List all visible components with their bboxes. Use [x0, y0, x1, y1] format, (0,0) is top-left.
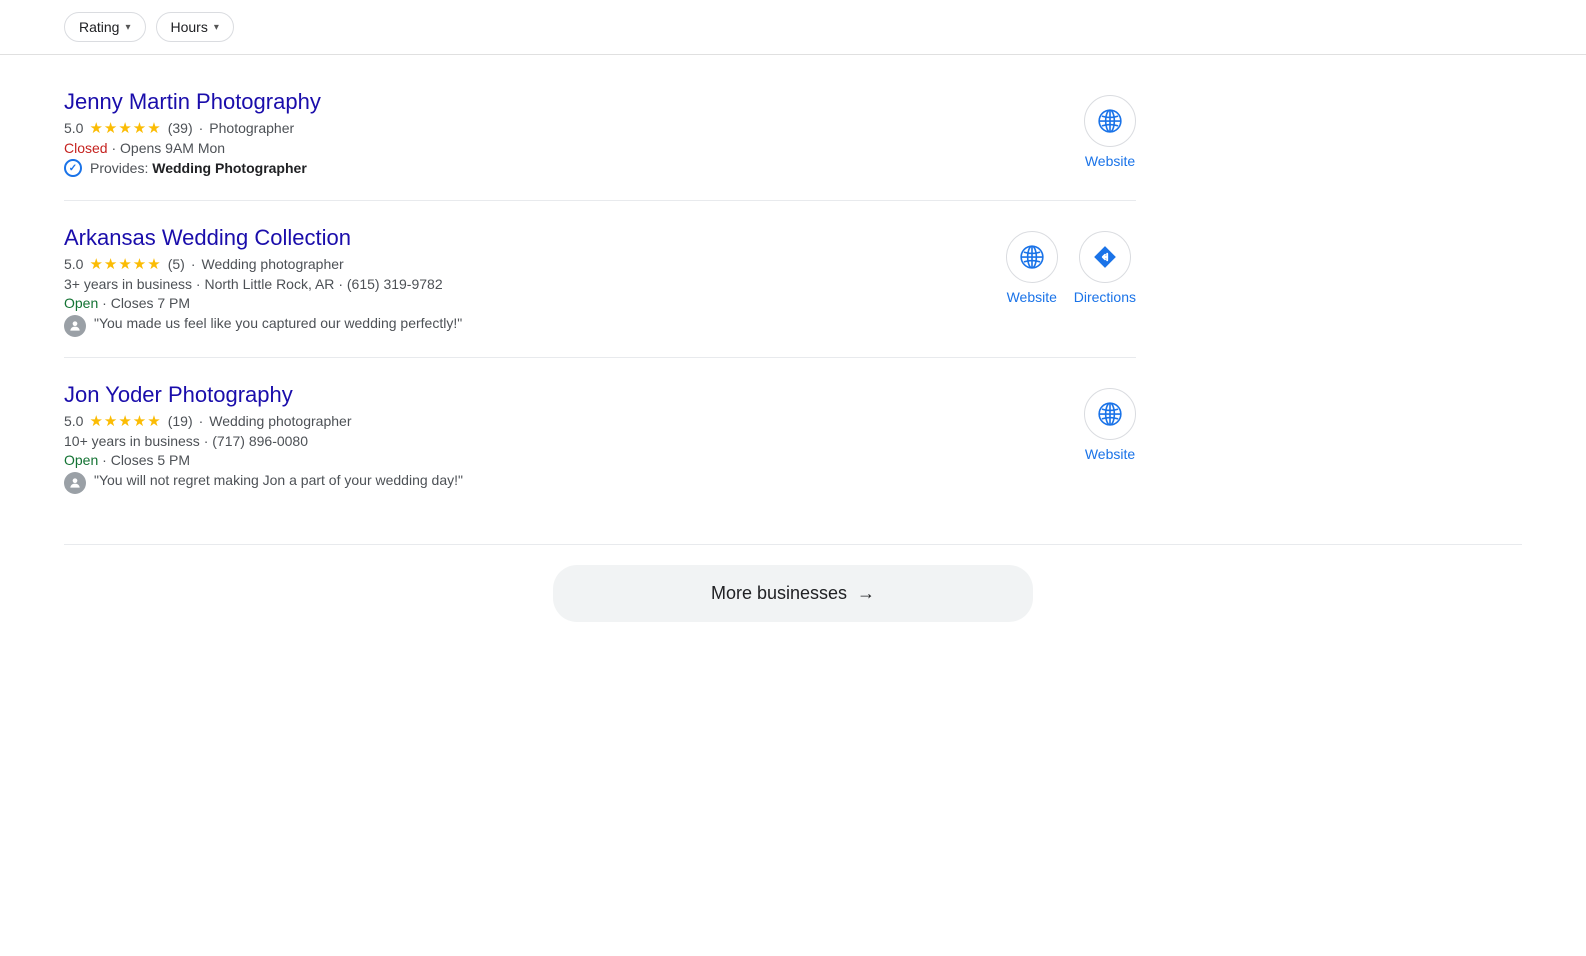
review-count: (5)	[168, 256, 185, 272]
listing-item: Arkansas Wedding Collection 5.0 ★★★★★ (5…	[64, 201, 1136, 358]
star-icons: ★★★★★	[89, 255, 161, 273]
listing-name[interactable]: Arkansas Wedding Collection	[64, 225, 976, 251]
listing-hours: Open · Closes 7 PM	[64, 295, 976, 311]
divider	[64, 544, 1522, 545]
review-text: "You will not regret making Jon a part o…	[94, 472, 463, 488]
listing-item: Jon Yoder Photography 5.0 ★★★★★ (19) · W…	[64, 358, 1136, 514]
rating-chevron-icon: ▾	[125, 22, 130, 33]
listing-meta: 5.0 ★★★★★ (39) · Photographer	[64, 119, 1054, 137]
listing-name[interactable]: Jenny Martin Photography	[64, 89, 1054, 115]
star-icons: ★★★★★	[89, 119, 161, 137]
separator: ·	[199, 120, 204, 136]
rating-number: 5.0	[64, 120, 83, 136]
separator: ·	[199, 413, 204, 429]
review-count: (39)	[168, 120, 193, 136]
category: Wedding photographer	[209, 413, 351, 429]
listing-meta: 5.0 ★★★★★ (19) · Wedding photographer	[64, 412, 1054, 430]
listing-extra: 10+ years in business · (717) 896-0080	[64, 433, 1054, 449]
status-open: Open	[64, 295, 98, 311]
listing-actions: Website	[1084, 89, 1136, 169]
listing-item: Jenny Martin Photography 5.0 ★★★★★ (39) …	[64, 65, 1136, 201]
listing-actions: Website Directions	[1006, 225, 1136, 305]
listing-actions: Website	[1084, 382, 1136, 462]
rating-filter-label: Rating	[79, 19, 119, 35]
separator: ·	[191, 256, 196, 272]
category: Photographer	[209, 120, 294, 136]
listing-review: "You made us feel like you captured our …	[64, 315, 976, 337]
directions-label: Directions	[1074, 289, 1136, 305]
more-businesses-arrow-icon: →	[857, 583, 875, 604]
website-button[interactable]: Website	[1084, 388, 1136, 462]
rating-filter[interactable]: Rating ▾	[64, 12, 146, 42]
hours-chevron-icon: ▾	[214, 22, 219, 33]
provides-row: Provides: Wedding Photographer	[64, 159, 1054, 177]
listings-container: Jenny Martin Photography 5.0 ★★★★★ (39) …	[0, 55, 1200, 524]
status-open: Open	[64, 452, 98, 468]
more-businesses-section: More businesses →	[0, 524, 1586, 662]
website-icon	[1006, 231, 1058, 283]
hours-detail: · Closes 7 PM	[102, 295, 190, 311]
user-avatar-icon	[64, 315, 86, 337]
listing-hours: Open · Closes 5 PM	[64, 452, 1054, 468]
listing-extra: 3+ years in business · North Little Rock…	[64, 276, 976, 292]
user-avatar-icon	[64, 472, 86, 494]
filter-bar: Rating ▾ Hours ▾	[0, 0, 1586, 55]
website-label: Website	[1085, 153, 1135, 169]
listing-hours: Closed · Opens 9AM Mon	[64, 140, 1054, 156]
website-button[interactable]: Website	[1006, 231, 1058, 305]
hours-filter[interactable]: Hours ▾	[156, 12, 234, 42]
listing-name[interactable]: Jon Yoder Photography	[64, 382, 1054, 408]
review-count: (19)	[168, 413, 193, 429]
listing-info: Jenny Martin Photography 5.0 ★★★★★ (39) …	[64, 89, 1054, 180]
more-businesses-label: More businesses	[711, 583, 847, 604]
review-text: "You made us feel like you captured our …	[94, 315, 462, 331]
hours-filter-label: Hours	[171, 19, 208, 35]
website-label: Website	[1007, 289, 1057, 305]
listing-info: Arkansas Wedding Collection 5.0 ★★★★★ (5…	[64, 225, 976, 337]
directions-button[interactable]: Directions	[1074, 231, 1136, 305]
provides-check-icon	[64, 159, 82, 177]
website-label: Website	[1085, 446, 1135, 462]
status-closed: Closed	[64, 140, 108, 156]
category: Wedding photographer	[202, 256, 344, 272]
directions-icon	[1079, 231, 1131, 283]
rating-number: 5.0	[64, 413, 83, 429]
provides-text: Provides: Wedding Photographer	[90, 160, 307, 176]
hours-detail: · Closes 5 PM	[102, 452, 190, 468]
website-icon	[1084, 388, 1136, 440]
listing-meta: 5.0 ★★★★★ (5) · Wedding photographer	[64, 255, 976, 273]
star-icons: ★★★★★	[89, 412, 161, 430]
hours-detail: · Opens 9AM Mon	[111, 140, 225, 156]
listing-info: Jon Yoder Photography 5.0 ★★★★★ (19) · W…	[64, 382, 1054, 494]
rating-number: 5.0	[64, 256, 83, 272]
more-businesses-button[interactable]: More businesses →	[553, 565, 1033, 622]
website-icon	[1084, 95, 1136, 147]
listing-review: "You will not regret making Jon a part o…	[64, 472, 1054, 494]
website-button[interactable]: Website	[1084, 95, 1136, 169]
